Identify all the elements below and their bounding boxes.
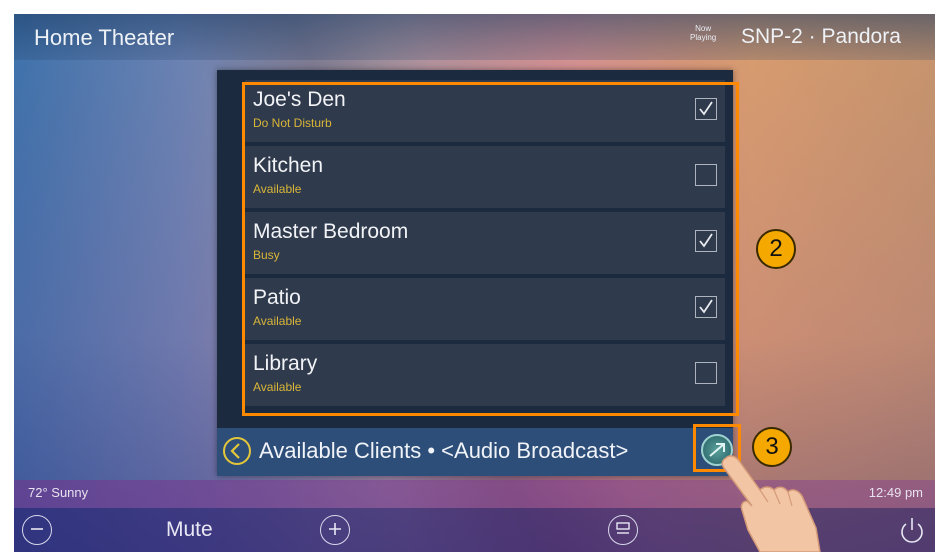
plus-icon <box>329 523 341 535</box>
callout-2: 2 <box>756 229 796 269</box>
pointing-hand-icon <box>721 455 821 552</box>
panel-footer: Available Clients • <Audio Broadcast> <box>217 428 733 476</box>
chevron-left-icon <box>230 443 240 459</box>
menu-icon <box>616 522 630 534</box>
now-playing-label: Now Playing <box>690 24 717 42</box>
power-icon[interactable] <box>897 514 927 546</box>
mute-button[interactable]: Mute <box>166 518 213 542</box>
minus-icon <box>31 528 43 530</box>
back-button[interactable] <box>223 437 251 465</box>
volume-down-button[interactable] <box>22 515 52 545</box>
volume-up-button[interactable] <box>320 515 350 545</box>
room-title: Home Theater <box>34 25 175 50</box>
clock-readout: 12:49 pm <box>868 485 923 500</box>
source-label[interactable]: SNP-2 · Pandora <box>741 25 901 49</box>
highlight-client-list <box>242 82 739 416</box>
menu-button[interactable] <box>608 515 638 545</box>
weather-readout: 72° Sunny <box>28 485 89 500</box>
footer-title: Available Clients • <Audio Broadcast> <box>259 438 629 463</box>
top-bar: Home Theater Now Playing SNP-2 · Pandora <box>14 14 935 60</box>
